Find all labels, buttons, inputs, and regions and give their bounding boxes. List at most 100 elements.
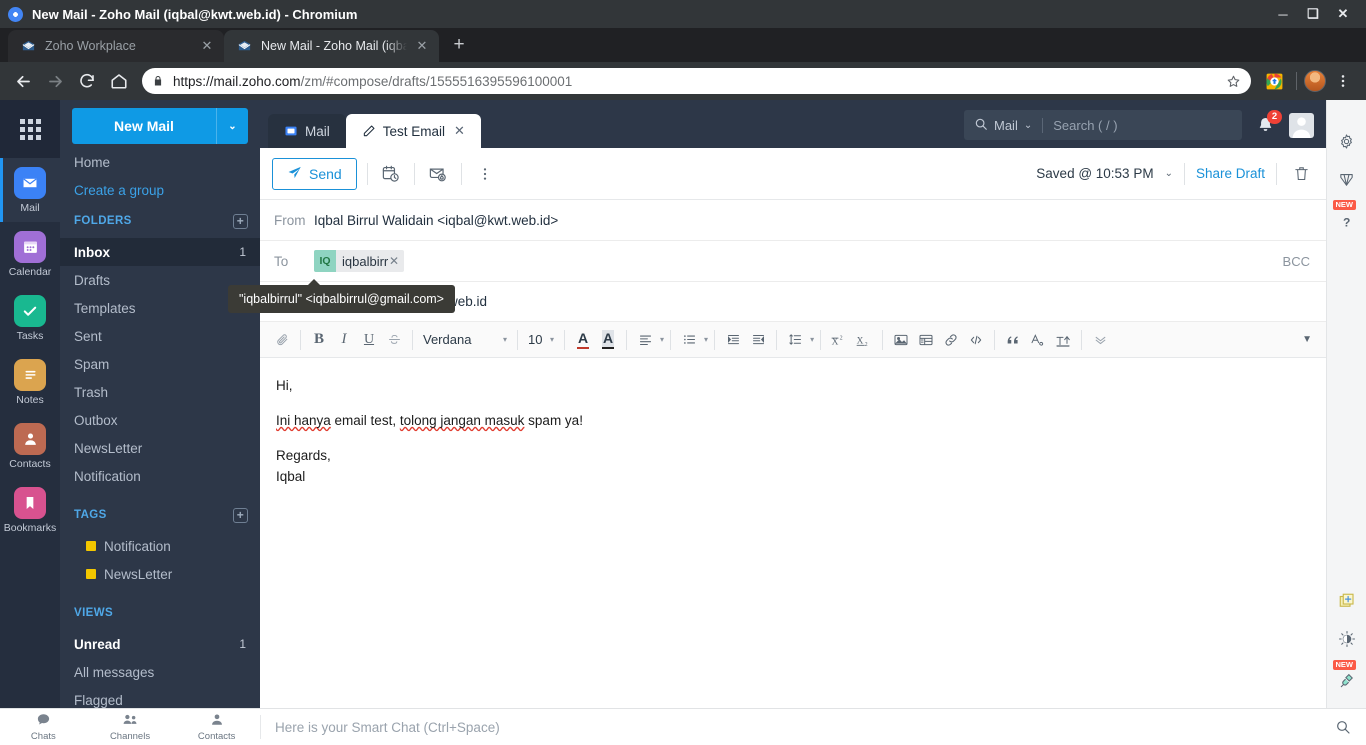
bottom-item-chats[interactable]: Chats bbox=[0, 709, 87, 745]
sidebar-tag-newsletter[interactable]: NewsLetter bbox=[60, 560, 260, 588]
highlight-color-icon[interactable]: A bbox=[596, 327, 620, 353]
mail-tab-mail[interactable]: Mail bbox=[268, 114, 346, 148]
rail-item-bookmarks[interactable]: Bookmarks bbox=[0, 478, 60, 542]
browser-tab-close-icon[interactable]: ✕ bbox=[413, 37, 431, 55]
align-dropdown-caret[interactable]: ▾ bbox=[660, 335, 664, 344]
grid-apps-icon[interactable] bbox=[0, 100, 60, 158]
outdent-icon[interactable] bbox=[746, 327, 770, 353]
browser-tab-new-mail[interactable]: New Mail - Zoho Mail (iqbal@kw ✕ bbox=[224, 30, 439, 62]
from-field-row[interactable]: From Iqbal Birrul Walidain <iqbal@kwt.we… bbox=[260, 200, 1326, 241]
blockquote-icon[interactable] bbox=[1001, 327, 1025, 353]
new-mail-button[interactable]: New Mail ⌄ bbox=[72, 108, 248, 144]
add-folder-icon[interactable]: + bbox=[233, 213, 248, 229]
share-draft-button[interactable]: Share Draft bbox=[1196, 166, 1265, 181]
chevron-down-icon[interactable]: ⌄ bbox=[1165, 168, 1173, 179]
mail-tab-test-email[interactable]: Test Email ✕ bbox=[345, 114, 481, 148]
strikethrough-icon[interactable] bbox=[382, 327, 406, 353]
line-spacing-icon[interactable] bbox=[783, 327, 807, 353]
bold-button[interactable]: B bbox=[307, 327, 331, 353]
spacing-dropdown-caret[interactable]: ▾ bbox=[810, 335, 814, 344]
sidebar-folder-sent[interactable]: Sent bbox=[60, 322, 260, 350]
clear-formatting-icon[interactable] bbox=[1026, 327, 1050, 353]
address-bar[interactable]: https://mail.zoho.com /zm/#compose/draft… bbox=[142, 68, 1251, 94]
home-icon[interactable] bbox=[104, 66, 134, 96]
sidebar-folder-trash[interactable]: Trash bbox=[60, 378, 260, 406]
align-left-icon[interactable] bbox=[633, 327, 657, 353]
send-button[interactable]: Send bbox=[272, 157, 357, 190]
help-question-icon[interactable]: NEW ? bbox=[1327, 198, 1366, 236]
browser-profile-avatar[interactable] bbox=[1304, 70, 1326, 92]
sidebar-item-create-group[interactable]: Create a group bbox=[60, 176, 260, 204]
chevron-down-icon[interactable]: ⌄ bbox=[216, 108, 248, 144]
schedule-send-icon[interactable] bbox=[378, 161, 404, 187]
to-field-row[interactable]: To IQ iqbalbirrul ✕ BCC bbox=[260, 241, 1326, 282]
sidebar-view-unread[interactable]: Unread 1 bbox=[60, 630, 260, 658]
three-dot-menu-icon[interactable] bbox=[1328, 66, 1358, 96]
rail-item-calendar[interactable]: Calendar bbox=[0, 222, 60, 286]
plugin-icon[interactable]: NEW bbox=[1327, 658, 1366, 696]
forward-arrow-icon[interactable] bbox=[40, 66, 70, 96]
rail-item-mail[interactable]: Mail bbox=[0, 158, 60, 222]
zoho-v-icon[interactable] bbox=[1327, 160, 1366, 198]
reload-icon[interactable] bbox=[72, 66, 102, 96]
recipient-chip[interactable]: IQ iqbalbirrul ✕ bbox=[314, 250, 404, 272]
chevron-down-icon[interactable]: ⌄ bbox=[1024, 120, 1032, 131]
insert-table-icon[interactable] bbox=[914, 327, 938, 353]
remove-recipient-icon[interactable]: ✕ bbox=[389, 254, 404, 268]
subscript-icon[interactable]: X2 bbox=[852, 327, 876, 353]
font-family-select[interactable]: Verdana ▾ bbox=[419, 327, 511, 353]
theme-brightness-icon[interactable] bbox=[1327, 620, 1366, 658]
superscript-icon[interactable]: X2 bbox=[827, 327, 851, 353]
insert-image-icon[interactable] bbox=[889, 327, 913, 353]
star-icon[interactable] bbox=[1226, 74, 1241, 89]
bcc-toggle[interactable]: BCC bbox=[1283, 254, 1310, 269]
more-format-icon[interactable] bbox=[1088, 327, 1112, 353]
window-maximize-button[interactable]: ❑ bbox=[1298, 0, 1328, 28]
bell-icon[interactable]: 2 bbox=[1256, 109, 1282, 135]
font-size-select[interactable]: 10 ▾ bbox=[524, 327, 558, 353]
mail-tab-close-icon[interactable]: ✕ bbox=[454, 123, 465, 139]
window-minimize-button[interactable]: ─ bbox=[1268, 0, 1298, 28]
insert-link-icon[interactable] bbox=[939, 327, 963, 353]
smart-chat-input[interactable]: Here is your Smart Chat (Ctrl+Space) bbox=[261, 720, 1320, 735]
bottom-search-icon[interactable] bbox=[1320, 719, 1366, 735]
sidebar-tag-notification[interactable]: Notification bbox=[60, 532, 260, 560]
rail-item-contacts[interactable]: Contacts bbox=[0, 414, 60, 478]
paperclip-icon[interactable] bbox=[270, 327, 294, 353]
underline-button[interactable]: U bbox=[357, 327, 381, 353]
search-input[interactable]: Mail ⌄ Search ( / ) bbox=[964, 110, 1242, 140]
list-dropdown-caret[interactable]: ▾ bbox=[704, 335, 708, 344]
rail-item-tasks[interactable]: Tasks bbox=[0, 286, 60, 350]
back-arrow-icon[interactable] bbox=[8, 66, 38, 96]
text-color-icon[interactable]: A bbox=[571, 327, 595, 353]
sidebar-view-all-messages[interactable]: All messages bbox=[60, 658, 260, 686]
new-tab-button[interactable]: + bbox=[445, 31, 473, 59]
expand-toolbar-icon[interactable]: ▼ bbox=[1302, 334, 1318, 345]
sidebar-folder-outbox[interactable]: Outbox bbox=[60, 406, 260, 434]
search-scope-label[interactable]: Mail bbox=[994, 118, 1018, 133]
trash-icon[interactable] bbox=[1288, 161, 1314, 187]
rail-item-notes[interactable]: Notes bbox=[0, 350, 60, 414]
browser-tab-zoho-workplace[interactable]: Zoho Workplace ✕ bbox=[8, 30, 224, 62]
sidebar-folder-spam[interactable]: Spam bbox=[60, 350, 260, 378]
insert-template-icon[interactable] bbox=[425, 161, 451, 187]
italic-button[interactable]: I bbox=[332, 327, 356, 353]
bottom-item-channels[interactable]: Channels bbox=[87, 709, 174, 745]
bottom-item-contacts[interactable]: Contacts bbox=[173, 709, 260, 745]
bullet-list-icon[interactable] bbox=[677, 327, 701, 353]
indent-icon[interactable] bbox=[721, 327, 745, 353]
add-note-icon[interactable] bbox=[1327, 582, 1366, 620]
sidebar-folder-inbox[interactable]: Inbox 1 bbox=[60, 238, 260, 266]
more-options-icon[interactable] bbox=[472, 161, 498, 187]
code-icon[interactable] bbox=[964, 327, 988, 353]
sidebar-folder-newsletter[interactable]: NewsLetter bbox=[60, 434, 260, 462]
extension-icon[interactable] bbox=[1259, 66, 1289, 96]
window-close-button[interactable]: ✕ bbox=[1328, 0, 1358, 28]
signature-icon[interactable] bbox=[1051, 327, 1075, 353]
avatar[interactable] bbox=[1289, 112, 1314, 138]
sidebar-item-home[interactable]: Home bbox=[60, 148, 260, 176]
browser-tab-close-icon[interactable]: ✕ bbox=[198, 37, 216, 55]
sidebar-folder-notification[interactable]: Notification bbox=[60, 462, 260, 490]
email-body-editor[interactable]: Hi, Ini hanya email test, tolong jangan … bbox=[260, 358, 1326, 488]
add-tag-icon[interactable]: + bbox=[233, 507, 248, 523]
